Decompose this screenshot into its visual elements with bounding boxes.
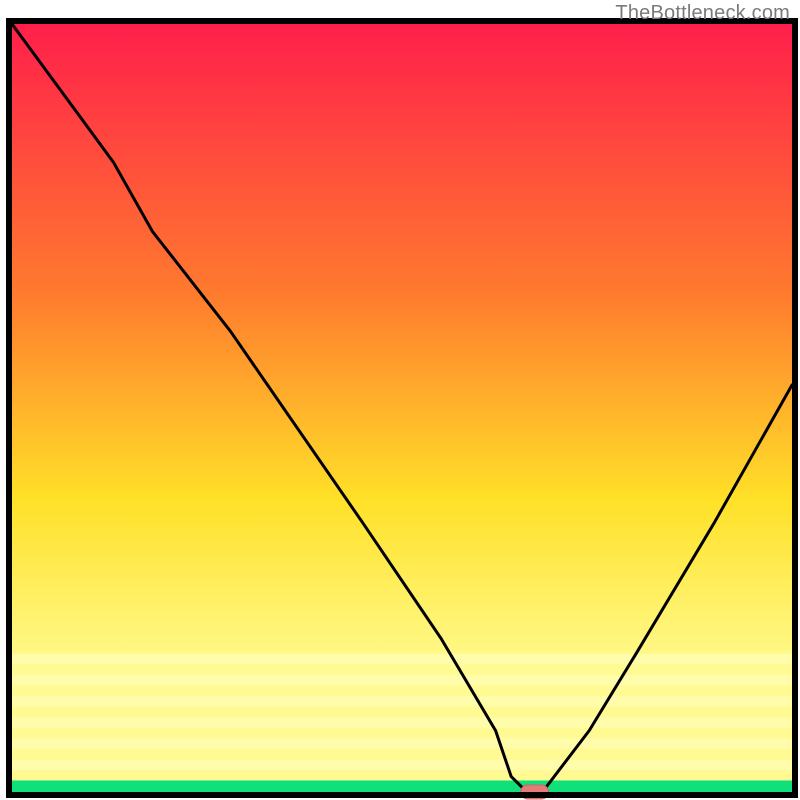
- pale-band: [12, 654, 792, 665]
- plot-area: [9, 21, 795, 799]
- pale-band: [12, 749, 792, 760]
- pale-band: [12, 759, 792, 770]
- chart-svg: [0, 0, 800, 800]
- pale-band: [12, 685, 792, 696]
- pale-band: [12, 696, 792, 707]
- green-band: [12, 780, 792, 792]
- bottleneck-chart: TheBottleneck.com: [0, 0, 800, 800]
- pale-band: [12, 707, 792, 718]
- pale-band: [12, 770, 792, 781]
- pale-band: [12, 728, 792, 739]
- pale-band: [12, 664, 792, 675]
- pale-band: [12, 717, 792, 728]
- watermark-text: TheBottleneck.com: [615, 2, 790, 25]
- pale-band: [12, 738, 792, 749]
- pale-band: [12, 675, 792, 686]
